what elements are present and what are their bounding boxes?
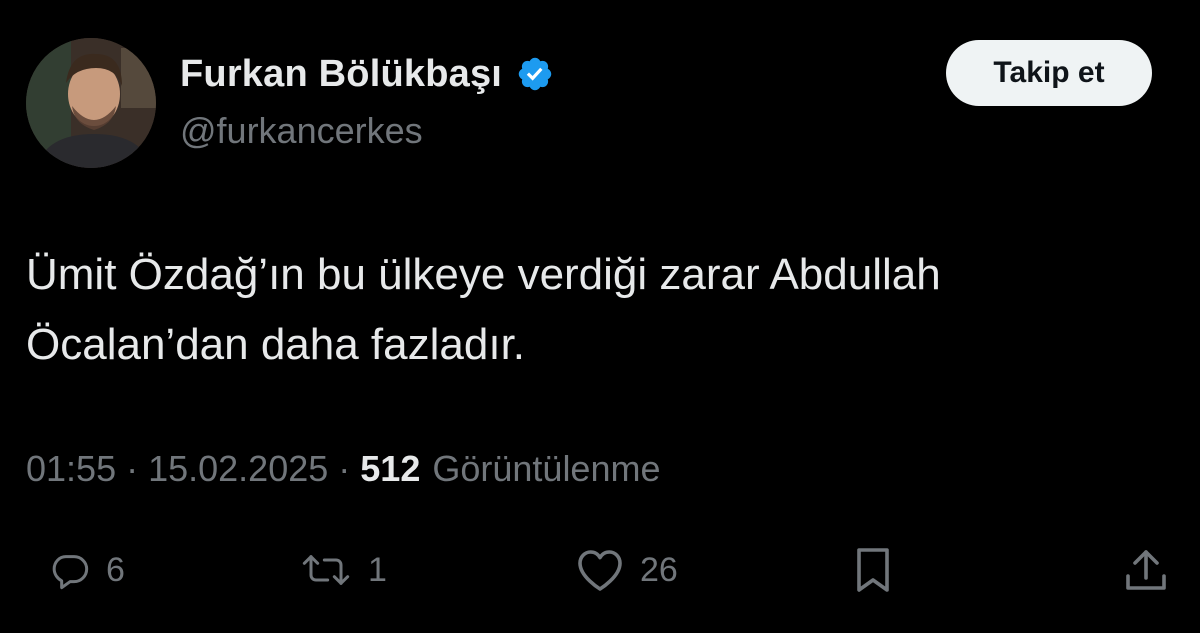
verified-badge-icon[interactable]: [516, 55, 554, 93]
share-button[interactable]: [1124, 540, 1168, 600]
retweet-button[interactable]: 1: [300, 540, 387, 600]
tweet-card: Furkan Bölükbaşı @furkancerkes Takip et …: [0, 0, 1200, 633]
meta-separator: ·: [126, 448, 139, 489]
heart-icon: [578, 550, 622, 591]
reply-button[interactable]: 6: [50, 540, 125, 600]
like-count: 26: [640, 550, 678, 589]
views-label: Görüntülenme: [432, 448, 661, 489]
share-icon: [1126, 550, 1166, 590]
tweet-actions: 6 1 26: [0, 540, 1200, 600]
user-handle[interactable]: @furkancerkes: [180, 110, 423, 152]
avatar-photo-icon: [26, 38, 156, 168]
views-count: 512: [360, 448, 421, 489]
reply-count: 6: [106, 550, 125, 589]
tweet-date[interactable]: 15.02.2025: [148, 448, 328, 490]
display-name[interactable]: Furkan Bölükbaşı: [180, 53, 502, 96]
like-button[interactable]: 26: [576, 540, 678, 600]
meta-separator: ·: [338, 448, 351, 489]
user-name-row: Furkan Bölükbaşı: [180, 52, 554, 96]
bookmark-button[interactable]: [853, 540, 893, 600]
avatar[interactable]: [26, 38, 156, 168]
bookmark-icon: [857, 548, 889, 592]
tweet-time[interactable]: 01:55: [26, 448, 116, 490]
tweet-meta: 01:55 · 15.02.2025 · 512 Görüntülenme: [26, 448, 661, 490]
tweet-text: Ümit Özdağ’ın bu ülkeye verdiği zarar Ab…: [26, 250, 941, 369]
follow-button[interactable]: Takip et: [946, 40, 1152, 106]
retweet-icon: [302, 555, 350, 585]
retweet-count: 1: [368, 550, 387, 589]
reply-icon: [52, 555, 89, 590]
